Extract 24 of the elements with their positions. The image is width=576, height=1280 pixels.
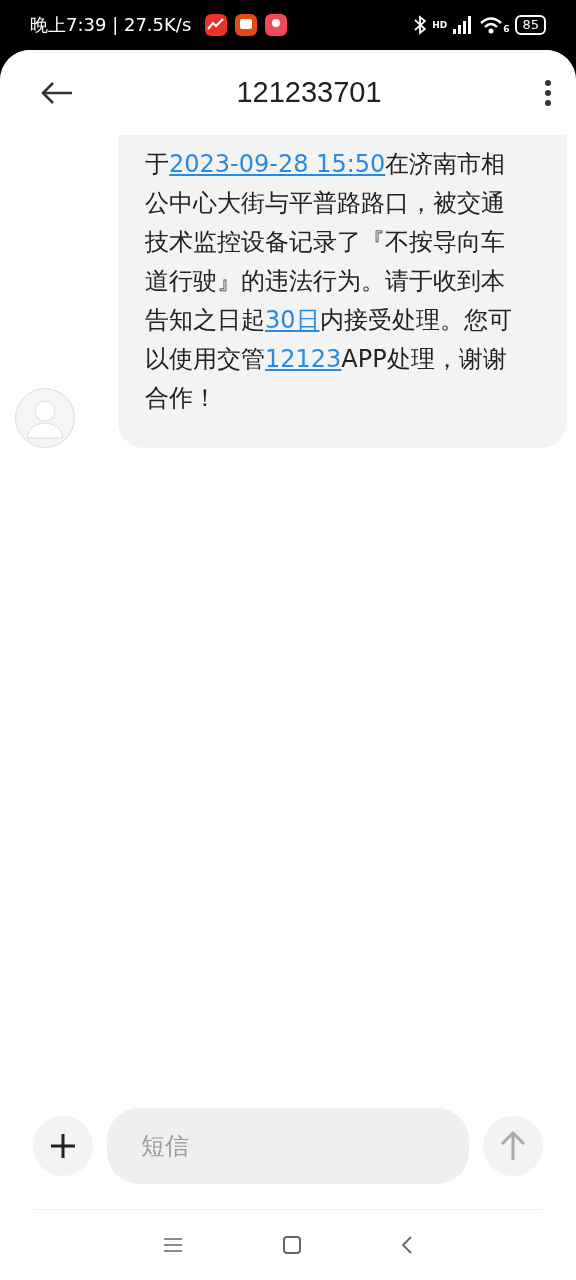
avatar-icon xyxy=(15,388,75,448)
home-icon[interactable] xyxy=(283,1236,301,1254)
app-icon xyxy=(205,14,228,36)
more-icon xyxy=(544,79,552,106)
message-field[interactable]: 短信 xyxy=(107,1108,469,1184)
app-icon xyxy=(235,14,258,36)
app-icon xyxy=(265,14,288,36)
bluetooth-icon xyxy=(414,15,427,35)
up-arrow-icon xyxy=(500,1131,526,1161)
message-link[interactable]: 12123 xyxy=(265,345,342,373)
menu-icon[interactable] xyxy=(163,1238,182,1252)
back-icon[interactable] xyxy=(402,1236,413,1254)
back-button[interactable] xyxy=(40,80,74,105)
plus-icon xyxy=(50,1133,76,1159)
message-link[interactable]: 2023-09-28 15:50 xyxy=(169,150,386,178)
more-button[interactable] xyxy=(544,79,552,106)
wifi-icon xyxy=(479,16,504,34)
signal-icon xyxy=(453,16,474,34)
back-icon xyxy=(40,80,74,105)
message-link[interactable]: 30日 xyxy=(265,306,320,334)
wifi-label: 6 xyxy=(503,25,510,34)
status-time: 晚上7:39 | 27.5K/s xyxy=(30,13,192,37)
battery-level: 85 xyxy=(515,15,546,35)
network-label: HD xyxy=(432,20,448,30)
